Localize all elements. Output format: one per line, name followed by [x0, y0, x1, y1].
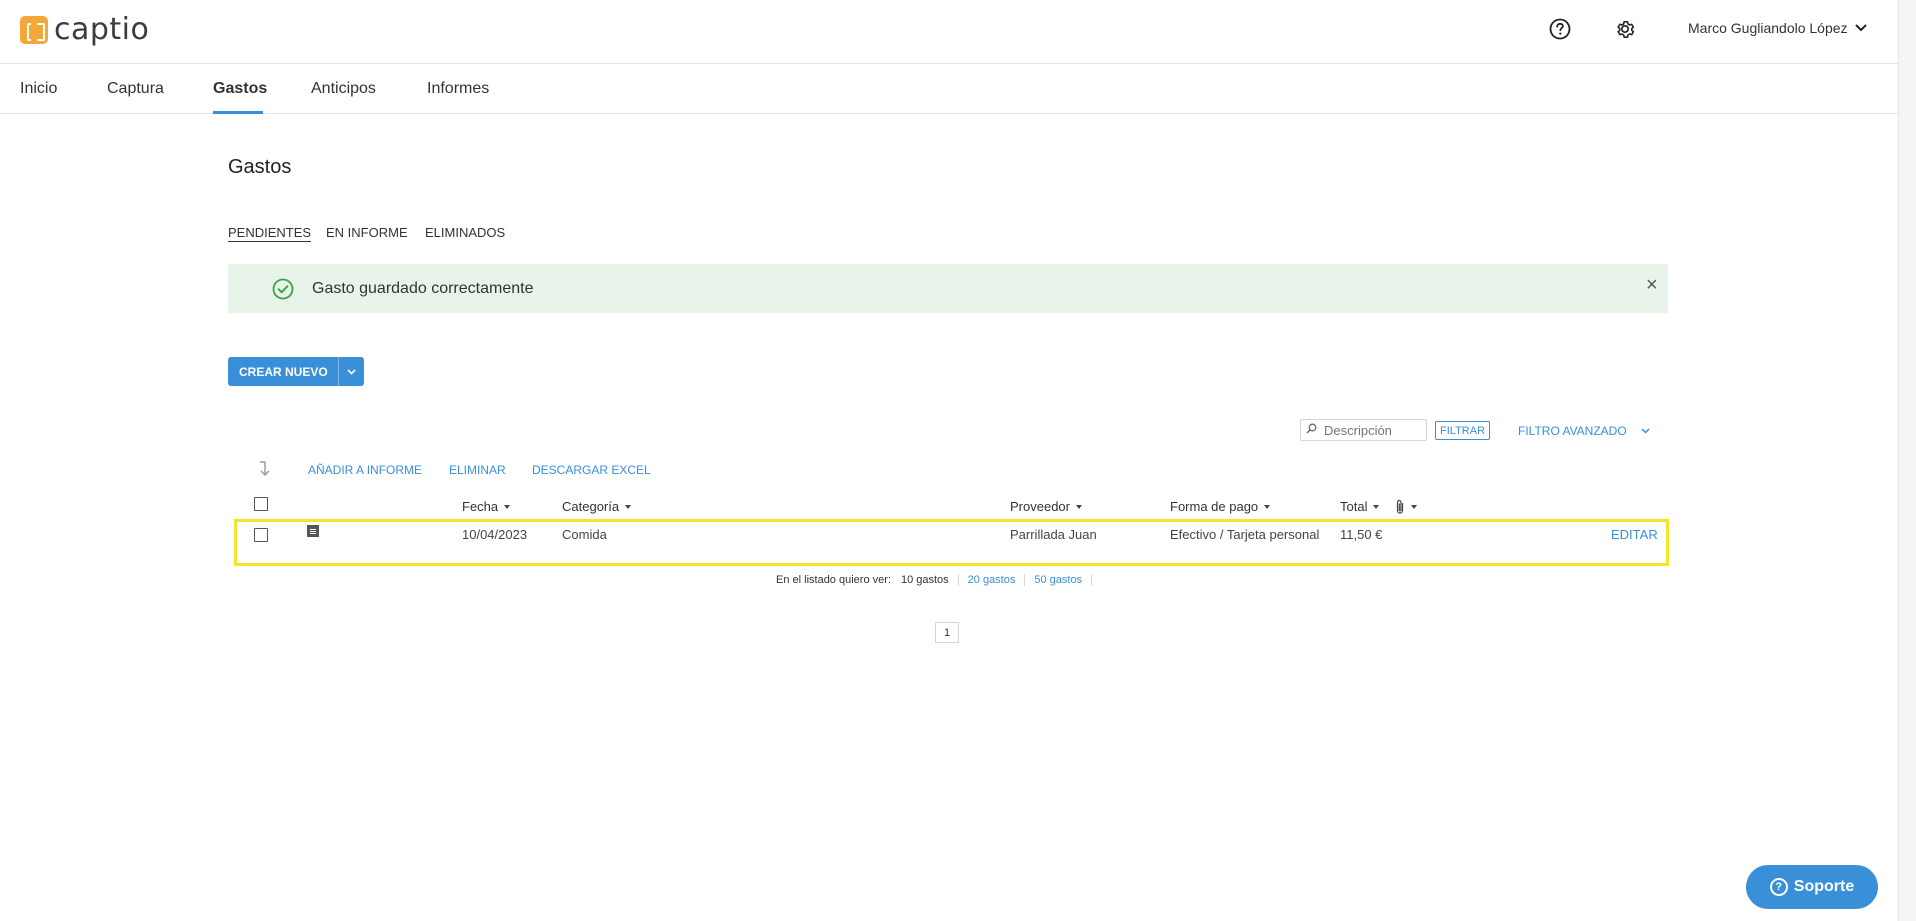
column-header-date[interactable]: Fecha [462, 499, 511, 514]
cell-provider: Parrillada Juan [1010, 527, 1097, 542]
user-name: Marco Gugliandolo López [1688, 20, 1848, 36]
edit-link[interactable]: EDITAR [1611, 527, 1658, 542]
nav-item-anticipos[interactable]: Anticipos [311, 80, 376, 98]
support-label: Soporte [1793, 878, 1855, 895]
sort-caret-icon [1411, 505, 1417, 509]
column-header-payment[interactable]: Forma de pago [1170, 499, 1271, 514]
create-new-label: CREAR NUEVO [239, 364, 328, 379]
table-row[interactable] [234, 519, 1669, 566]
download-excel-link[interactable]: DESCARGAR EXCEL [532, 463, 651, 477]
delete-link[interactable]: ELIMINAR [449, 463, 506, 477]
filter-button[interactable]: FILTRAR [1435, 421, 1491, 440]
column-label: Total [1340, 499, 1368, 514]
row-checkbox[interactable] [254, 528, 268, 542]
page-size-10[interactable]: 10 gastos [892, 574, 959, 586]
advanced-filter-label: FILTRO AVANZADO [1518, 424, 1627, 438]
create-new-button[interactable]: CREAR NUEVO [228, 357, 364, 386]
search-field[interactable] [1300, 419, 1427, 441]
sort-order-icon[interactable] [256, 460, 272, 478]
logo-text: captio [54, 12, 150, 47]
nav-item-captura[interactable]: Captura [107, 80, 164, 98]
column-header-provider[interactable]: Proveedor [1010, 499, 1082, 514]
nav-item-gastos[interactable]: Gastos [213, 80, 267, 98]
help-icon: ? [1769, 878, 1788, 896]
sort-caret-icon [504, 504, 511, 509]
paperclip-icon [1396, 499, 1404, 514]
alert-message: Gasto guardado correctamente [312, 280, 534, 297]
page-size-selector: En el listado quiero ver: 10 gastos 20 g… [776, 574, 1093, 586]
sort-caret-icon [1264, 504, 1271, 509]
column-header-category[interactable]: Categoría [562, 499, 632, 514]
active-nav-indicator [213, 111, 263, 114]
main-nav: Inicio Captura Gastos Anticipos Informes [0, 64, 1898, 114]
scrollbar[interactable] [1898, 0, 1916, 921]
check-circle-icon [272, 278, 294, 300]
cell-category: Comida [562, 527, 607, 542]
gear-icon[interactable] [1613, 17, 1637, 41]
cell-total: 11,50 € [1340, 527, 1383, 542]
support-button[interactable]: ? Soporte [1746, 865, 1878, 909]
receipt-icon [307, 525, 319, 537]
create-new-dropdown[interactable] [337, 357, 364, 386]
cell-date: 10/04/2023 [462, 527, 528, 542]
column-label: Categoría [562, 499, 620, 514]
nav-item-inicio[interactable]: Inicio [20, 80, 57, 98]
user-menu[interactable]: Marco Gugliandolo López [1688, 20, 1868, 36]
search-input[interactable] [1324, 422, 1424, 438]
column-label: Proveedor [1010, 499, 1070, 514]
tab-en-informe[interactable]: EN INFORME [326, 225, 408, 240]
advanced-filter-toggle[interactable]: FILTRO AVANZADO [1518, 424, 1650, 438]
page-size-label: En el listado quiero ver: [776, 574, 891, 586]
success-alert: Gasto guardado correctamente × [228, 264, 1668, 313]
caret-down-icon [347, 368, 356, 375]
sort-caret-icon [1075, 504, 1082, 509]
help-circle-icon[interactable] [1548, 17, 1572, 41]
chevron-down-icon [1854, 24, 1867, 32]
chevron-down-icon [1641, 428, 1650, 434]
column-header-attachment[interactable] [1395, 499, 1417, 515]
column-header-total[interactable]: Total [1340, 499, 1380, 514]
page-number-button[interactable]: 1 [935, 622, 959, 643]
top-bar: captio Marco Gugliandolo López [0, 0, 1898, 64]
select-all-checkbox[interactable] [254, 497, 268, 511]
sort-caret-icon [625, 504, 632, 509]
logo-icon [20, 15, 48, 44]
cell-payment: Efectivo / Tarjeta personal [1170, 527, 1320, 542]
page-title: Gastos [228, 156, 292, 178]
column-label: Fecha [462, 499, 499, 514]
tab-eliminados[interactable]: ELIMINADOS [425, 225, 505, 240]
add-to-report-link[interactable]: AÑADIR A INFORME [308, 463, 422, 477]
search-icon [1306, 423, 1320, 437]
sort-caret-icon [1373, 504, 1380, 509]
tab-pendientes[interactable]: PENDIENTES [228, 225, 312, 242]
column-label: Forma de pago [1170, 499, 1259, 514]
page-size-20[interactable]: 20 gastos [959, 574, 1026, 586]
page-size-50[interactable]: 50 gastos [1025, 574, 1093, 586]
captio-logo[interactable]: captio [20, 12, 149, 47]
close-icon[interactable]: × [1646, 274, 1658, 297]
nav-item-informes[interactable]: Informes [427, 80, 489, 98]
